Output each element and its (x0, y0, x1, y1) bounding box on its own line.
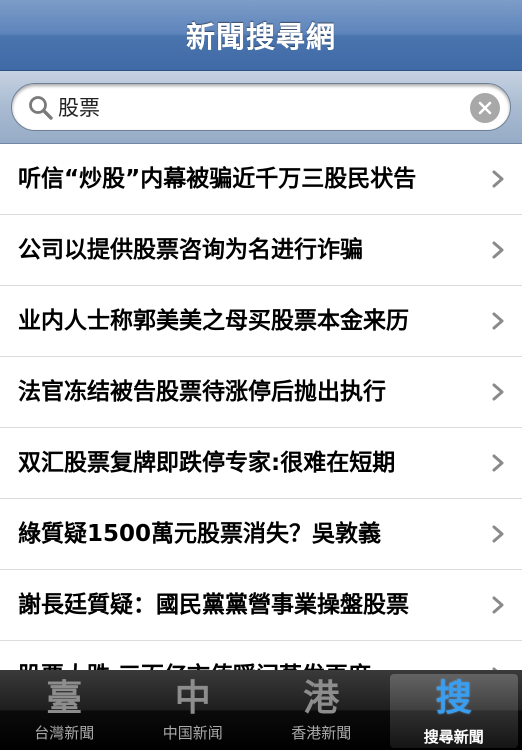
search-news-icon: 搜 (435, 677, 472, 719)
chevron-right-icon (492, 596, 504, 614)
list-item[interactable]: 謝長廷質疑：國民黨黨營事業操盤股票 (0, 570, 522, 641)
list-item[interactable]: 听信“炒股”内幕被骗近千万三股民状告 (0, 144, 522, 215)
navigation-bar: 新聞搜尋網 (0, 0, 522, 71)
clear-search-button[interactable] (470, 93, 500, 123)
search-input[interactable] (58, 84, 458, 130)
tab-search-news[interactable]: 搜 搜尋新聞 (389, 674, 518, 748)
list-item-title: 业内人士称郭美美之母买股票本金来历 (18, 308, 409, 334)
list-item-title: 公司以提供股票咨询为名进行诈骗 (18, 237, 363, 263)
list-item-title: 法官冻结被告股票待涨停后抛出执行 (18, 379, 386, 405)
list-item[interactable]: 双汇股票复牌即跌停专家:很难在短期 (0, 428, 522, 499)
tab-bar: 臺 台灣新聞 中 中国新闻 港 香港新聞 搜 搜尋新聞 (0, 670, 522, 750)
list-item-title: 听信“炒股”内幕被骗近千万三股民状告 (18, 166, 417, 192)
taiwan-news-icon: 臺 (46, 677, 83, 719)
china-news-icon: 中 (174, 677, 211, 719)
tab-label: 中国新闻 (162, 724, 223, 742)
chevron-right-icon (492, 454, 504, 472)
search-field[interactable] (11, 83, 511, 131)
list-item-title: 綠質疑1500萬元股票消失？吳敦義 (18, 521, 382, 547)
tab-label: 台灣新聞 (34, 724, 95, 742)
list-item[interactable]: 业内人士称郭美美之母买股票本金来历 (0, 286, 522, 357)
chevron-right-icon (492, 383, 504, 401)
list-item-title: 謝長廷質疑：國民黨黨營事業操盤股票 (18, 592, 409, 618)
tab-label: 搜尋新聞 (423, 728, 484, 746)
list-item[interactable]: 公司以提供股票咨询为名进行诈骗 (0, 215, 522, 286)
tab-china-news[interactable]: 中 中国新闻 (129, 670, 258, 750)
search-bar (0, 71, 522, 144)
hongkong-news-icon: 港 (303, 677, 340, 719)
tab-hongkong-news[interactable]: 港 香港新聞 (257, 670, 386, 750)
chevron-right-icon (492, 241, 504, 259)
chevron-right-icon (492, 312, 504, 330)
list-item[interactable]: 股票大跌 三百亿市值瞬间蒸发再度 (0, 641, 522, 670)
tab-taiwan-news[interactable]: 臺 台灣新聞 (0, 670, 129, 750)
tab-label: 香港新聞 (291, 724, 352, 742)
list-item[interactable]: 綠質疑1500萬元股票消失？吳敦義 (0, 499, 522, 570)
list-item-title: 双汇股票复牌即跌停专家:很难在短期 (18, 450, 396, 476)
page-title: 新聞搜尋網 (185, 20, 336, 54)
results-list: 听信“炒股”内幕被骗近千万三股民状告 公司以提供股票咨询为名进行诈骗 业内人士称… (0, 144, 522, 670)
list-item-title: 股票大跌 三百亿市值瞬间蒸发再度 (18, 641, 462, 670)
close-icon (478, 101, 492, 115)
list-item[interactable]: 法官冻结被告股票待涨停后抛出执行 (0, 357, 522, 428)
search-icon (29, 96, 53, 120)
chevron-right-icon (492, 170, 504, 188)
chevron-right-icon (492, 525, 504, 543)
